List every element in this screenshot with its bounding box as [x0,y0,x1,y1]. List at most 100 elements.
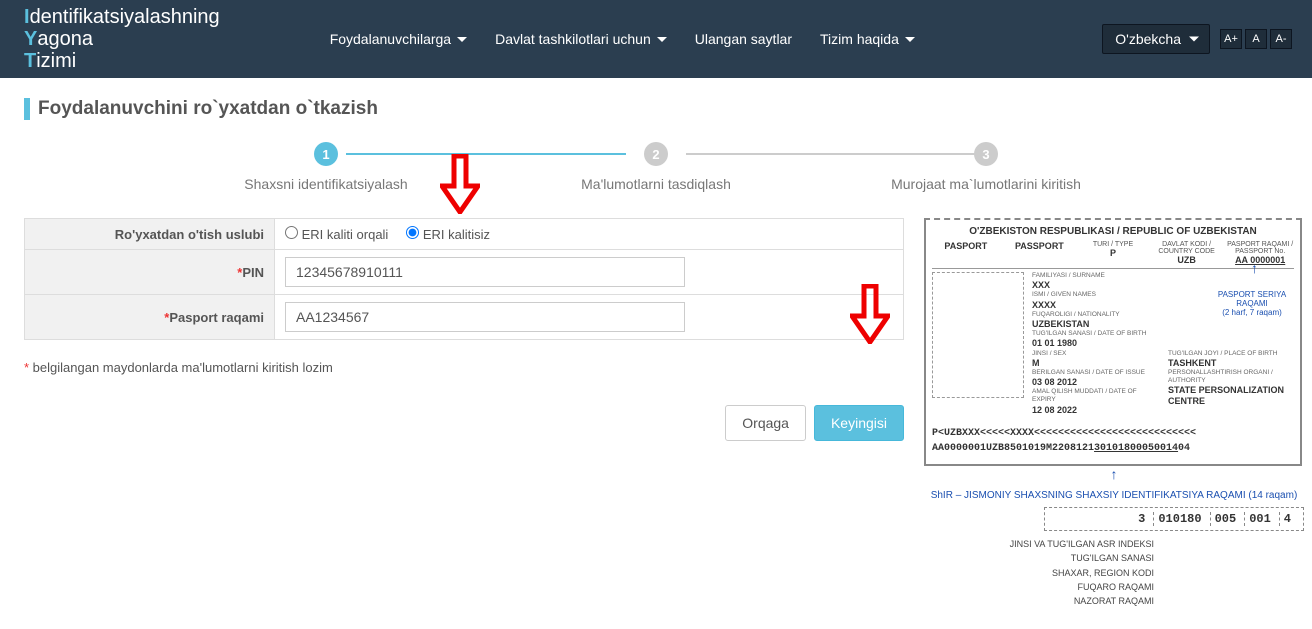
dob-lbl: TUG'ILGAN SANASI / DATE OF BIRTH [1032,330,1294,338]
nav-sites[interactable]: Ulangan saytlar [695,31,792,47]
seriya-note-title: PASPORT SERIYA RAQAMI [1212,290,1292,308]
stepper: 1 Shaxsni identifikatsiyalash 2 Ma'lumot… [166,142,1146,192]
method-cell: ERI kaliti orqali ERI kalitisiz [275,219,904,250]
dob-val: 01 01 1980 [1032,338,1294,349]
pin-part-0: 3 [1134,512,1149,526]
form-buttons: Orqaga Keyingisi [24,405,904,441]
back-button[interactable]: Orqaga [725,405,806,441]
pin-part-2: 005 [1210,512,1241,526]
required-hint: * belgilangan maydonlarda ma'lumotlarni … [24,360,904,375]
mrz-line-2: AA0000001UZB8501019M22081213010180005001… [932,441,1294,456]
chevron-down-icon [657,37,667,42]
pin-cell [275,250,904,295]
page-content: Foydalanuvchini ro`yxatdan o`tkazish 1 S… [0,78,1312,629]
font-size-controls: A+ A A- [1220,29,1292,49]
radio-eri-key-input[interactable] [285,226,298,239]
pin-breakdown-labels: JINSI VA TUG'ILGAN ASR INDEKSI TUG'ILGAN… [924,537,1304,609]
shir-note: ShIR – JISMONIY SHAXSNING SHAXSIY IDENTI… [924,490,1304,501]
pob-lbl: TUG'ILGAN JOYI / PLACE OF BIRTH [1168,350,1294,358]
font-increase-button[interactable]: A+ [1220,29,1242,49]
font-normal-button[interactable]: A [1245,29,1267,49]
logo-cap-3: T [24,50,36,72]
nav: Foydalanuvchilarga Davlat tashkilotlari … [330,31,915,47]
nav-users-label: Foydalanuvchilarga [330,31,451,47]
passport-cell [275,295,904,340]
content-row: Ro'yxatdan o'tish uslubi ERI kaliti orqa… [24,218,1288,609]
passport-photo-placeholder [932,272,1024,398]
pin-input[interactable] [285,257,685,287]
passport-h-passport-en: PASSPORT [1006,241,1074,265]
doe-val: 12 08 2022 [1032,405,1158,416]
passport-h-pasport: PASPORT [932,241,1000,265]
nav-users[interactable]: Foydalanuvchilarga [330,31,467,47]
font-decrease-button[interactable]: A- [1270,29,1292,49]
language-select[interactable]: O'zbekcha [1102,24,1210,54]
pin-breakdown: 3 010180 005 001 4 [1044,507,1304,531]
page-title: Foydalanuvchini ro`yxatdan o`tkazish [38,98,378,120]
passport-sample-column: O'ZBEKISTON RESPUBLIKASI / REPUBLIC OF U… [924,218,1304,609]
radio-eri-key-label: ERI kaliti orqali [302,227,389,242]
pin-part-1: 010180 [1153,512,1205,526]
arrow-up-icon: ↑ [1251,260,1258,276]
chevron-down-icon [1189,37,1199,42]
doi-val: 03 08 2012 [1032,377,1158,388]
pin-label-fuqaro: FUQARO RAQAMI [924,580,1154,594]
sex-lbl: JINSI / SEX [1032,350,1158,358]
step-2-circle: 2 [644,142,668,166]
step-1-label: Shaxsni identifikatsiyalash [244,176,407,192]
step-3: 3 Murojaat ma`lumotlarini kiritish [856,142,1116,192]
doi-lbl: BERILGAN SANASI / DATE OF ISSUE [1032,369,1158,377]
step-2-label: Ma'lumotlarni tasdiqlash [581,176,731,192]
pin-label-cell: *PIN [25,250,275,295]
passport-label: Pasport raqami [169,310,264,325]
nav-gov-label: Davlat tashkilotlari uchun [495,31,651,47]
pin-label-nazorat: NAZORAT RAQAMI [924,594,1154,608]
logo-cap-2: Y [24,28,37,50]
nav-gov[interactable]: Davlat tashkilotlari uchun [495,31,667,47]
sex-val: M [1032,358,1158,369]
logo-text-1: dentifikatsiyalashning [30,6,220,28]
radio-no-eri[interactable]: ERI kalitisiz [406,227,490,242]
passport-sample: O'ZBEKISTON RESPUBLIKASI / REPUBLIC OF U… [924,218,1302,466]
passport-h-number: PASPORT RAQAMI / PASSPORT No.AA 0000001 [1226,241,1294,265]
radio-no-eri-input[interactable] [406,226,419,239]
pin-label-sana: TUG'ILGAN SANASI [924,551,1154,565]
page-title-row: Foydalanuvchini ro`yxatdan o`tkazish [24,98,1288,120]
next-button[interactable]: Keyingisi [814,405,904,441]
nav-about-label: Tizim haqida [820,31,899,47]
logo-text-2: agona [37,28,93,50]
mrz-line-1: P<UZBXXX<<<<<XXXX<<<<<<<<<<<<<<<<<<<<<<<… [932,426,1294,441]
registration-form: Ro'yxatdan o'tish uslubi ERI kaliti orqa… [24,218,904,340]
seriya-note: PASPORT SERIYA RAQAMI (2 harf, 7 raqam) [1212,290,1292,317]
step-1-circle: 1 [314,142,338,166]
passport-input[interactable] [285,302,685,332]
mrz-zone: P<UZBXXX<<<<<XXXX<<<<<<<<<<<<<<<<<<<<<<<… [932,426,1294,456]
nav-about[interactable]: Tizim haqida [820,31,915,47]
pin-part-4: 4 [1279,512,1295,526]
radio-eri-key[interactable]: ERI kaliti orqali [285,227,388,242]
arrow-up-icon: ↑ [924,466,1304,482]
header-right: O'zbekcha A+ A A- [1102,24,1292,54]
chevron-down-icon [457,37,467,42]
annotation-arrow-1 [440,154,480,214]
header: Identifikatsiyalashning Yagona Tizimi Fo… [0,0,1312,78]
passport-h-type: TURI / TYPEP [1079,241,1147,265]
passport-h-country: DAVLAT KODI / COUNTRY CODEUZB [1153,241,1221,265]
passport-title: O'ZBEKISTON RESPUBLIKASI / REPUBLIC OF U… [932,226,1294,237]
step-1: 1 Shaxsni identifikatsiyalash [196,142,456,192]
title-accent [24,98,30,120]
pin-label-region: SHAXAR, REGION KODI [924,566,1154,580]
radio-no-eri-label: ERI kalitisiz [423,227,490,242]
chevron-down-icon [905,37,915,42]
pin-label: PIN [242,265,264,280]
pin-part-3: 001 [1244,512,1275,526]
step-2: 2 Ma'lumotlarni tasdiqlash [526,142,786,192]
passport-label-cell: *Pasport raqami [25,295,275,340]
pob-val: TASHKENT [1168,358,1294,369]
passport-header-row: PASPORT PASSPORT TURI / TYPEP DAVLAT KOD… [932,241,1294,269]
required-hint-text: belgilangan maydonlarda ma'lumotlarni ki… [29,360,333,375]
step-3-circle: 3 [974,142,998,166]
logo-text-3: izimi [36,50,76,72]
logo[interactable]: Identifikatsiyalashning Yagona Tizimi [24,6,220,72]
language-label: O'zbekcha [1115,31,1181,47]
